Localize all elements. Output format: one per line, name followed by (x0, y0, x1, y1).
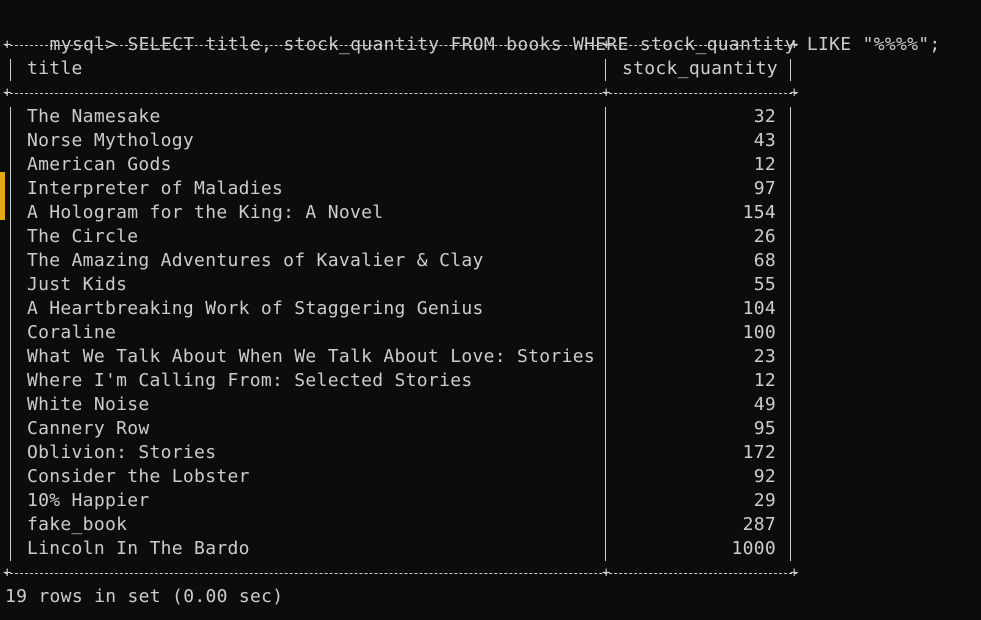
row-title: The Circle (27, 226, 139, 247)
row-title: The Amazing Adventures of Kavalier & Cla… (27, 250, 484, 271)
row-title: The Namesake (27, 106, 161, 127)
row-title: Oblivion: Stories (27, 442, 217, 463)
row-title: American Gods (27, 154, 172, 175)
row-title: Interpreter of Maladies (27, 178, 284, 199)
row-stock-quantity: 68 (753, 250, 776, 271)
border-corner: + (3, 37, 12, 53)
border-corner: + (3, 565, 12, 581)
header-left-bar (10, 59, 11, 81)
row-stock-quantity: 12 (753, 370, 776, 391)
table-top-border: + + + (3, 38, 798, 52)
row-stock-quantity: 12 (753, 154, 776, 175)
result-summary: 19 rows in set (0.00 sec) (5, 586, 284, 607)
column-header-title: title (27, 58, 83, 79)
row-title: Lincoln In The Bardo (27, 538, 250, 559)
border-junction: + (602, 565, 611, 581)
row-stock-quantity: 1000 (731, 538, 776, 559)
row-stock-quantity: 97 (753, 178, 776, 199)
column-header-stock-quantity: stock_quantity (622, 58, 778, 79)
table-header-border: + + + (3, 86, 798, 100)
row-stock-quantity: 49 (753, 394, 776, 415)
row-stock-quantity: 43 (753, 130, 776, 151)
border-junction: + (602, 85, 611, 101)
row-title: Norse Mythology (27, 130, 195, 151)
body-left-bar (10, 107, 11, 561)
row-title: A Heartbreaking Work of Staggering Geniu… (27, 298, 484, 319)
row-title: 10% Happier (27, 490, 150, 511)
row-title: White Noise (27, 394, 150, 415)
row-title: Where I'm Calling From: Selected Stories (27, 370, 473, 391)
row-stock-quantity: 172 (742, 442, 776, 463)
row-stock-quantity: 32 (753, 106, 776, 127)
left-edge-accent (0, 172, 5, 220)
border-corner: + (3, 85, 12, 101)
row-title: Coraline (27, 322, 117, 343)
row-stock-quantity: 95 (753, 418, 776, 439)
row-stock-quantity: 92 (753, 466, 776, 487)
border-corner: + (790, 565, 799, 581)
row-stock-quantity: 29 (753, 490, 776, 511)
border-corner: + (790, 85, 799, 101)
row-stock-quantity: 26 (753, 226, 776, 247)
row-stock-quantity: 154 (742, 202, 776, 223)
row-stock-quantity: 287 (742, 514, 776, 535)
header-right-bar (790, 59, 791, 81)
border-junction: + (602, 37, 611, 53)
row-stock-quantity: 104 (742, 298, 776, 319)
body-mid-bar (605, 107, 606, 561)
border-corner: + (790, 37, 799, 53)
row-title: fake_book (27, 514, 128, 535)
row-title: A Hologram for the King: A Novel (27, 202, 384, 223)
row-stock-quantity: 100 (742, 322, 776, 343)
row-title: Just Kids (27, 274, 128, 295)
header-mid-bar (605, 59, 606, 81)
row-title: Cannery Row (27, 418, 150, 439)
row-title: What We Talk About When We Talk About Lo… (27, 346, 595, 367)
command-line: mysql> SELECT title, stock_quantity FROM… (5, 9, 941, 55)
table-bottom-border: + + + (3, 566, 798, 580)
body-right-bar (790, 107, 791, 561)
terminal-window[interactable]: mysql> SELECT title, stock_quantity FROM… (0, 0, 981, 620)
row-stock-quantity: 55 (753, 274, 776, 295)
row-stock-quantity: 23 (753, 346, 776, 367)
row-title: Consider the Lobster (27, 466, 250, 487)
